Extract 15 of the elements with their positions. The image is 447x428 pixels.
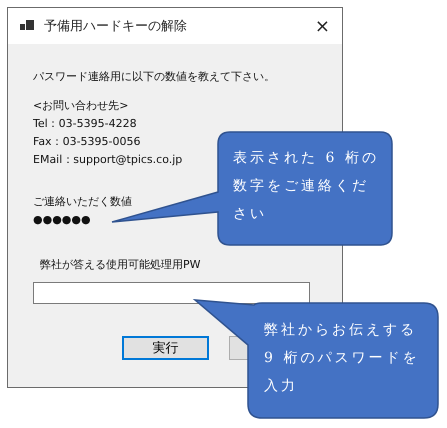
app-icon (20, 20, 34, 32)
window-title: 予備用ハードキーの解除 (44, 18, 188, 35)
callout-text: 表示された 6 桁の数字をご連絡ください (233, 149, 380, 224)
close-button[interactable]: × (314, 16, 330, 36)
password-label: 弊社が答える使用可能処理用PW (40, 257, 201, 273)
password-field[interactable] (33, 282, 310, 304)
contact-line: Tel：03-5395-4228 (33, 116, 137, 132)
run-button[interactable]: 実行 (122, 336, 209, 360)
code-value: ●●●●●● (33, 212, 91, 228)
callout-text: 弊社からお伝えする 9 桁のパスワードを入力 (264, 321, 420, 396)
code-label: ご連絡いただく数値 (33, 194, 132, 210)
contact-line: EMail：support@tpics.co.jp (33, 152, 182, 168)
contact-heading: <お問い合わせ先> (33, 98, 128, 114)
contact-line: Fax：03-5395-0056 (33, 134, 140, 150)
instruction-text: パスワード連絡用に以下の数値を教えて下さい。 (33, 69, 275, 85)
